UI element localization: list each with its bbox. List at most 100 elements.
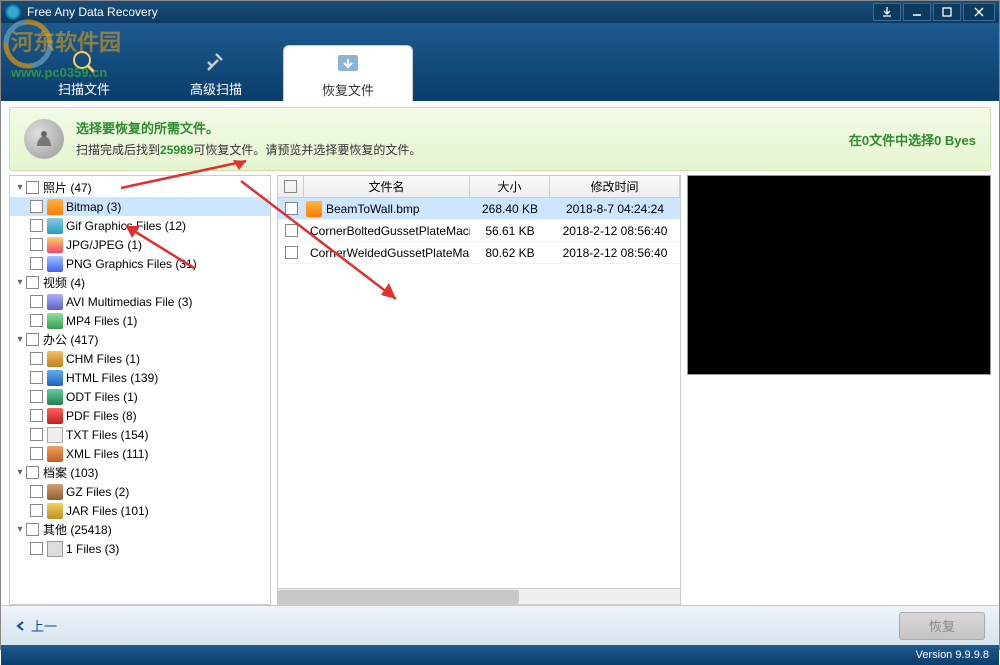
- category-tree[interactable]: ▾照片 (47)Bitmap (3) Gif Graphics Files (12…: [9, 175, 271, 605]
- checkbox[interactable]: [30, 485, 43, 498]
- tree-label: Gif Graphics Files (12): [66, 219, 186, 233]
- filetype-icon: [47, 541, 63, 557]
- file-name: CornerWeldedGussetPlateMac...: [310, 246, 470, 260]
- checkbox[interactable]: [26, 181, 39, 194]
- arrow-left-icon: [15, 620, 27, 632]
- tree-label: AVI Multimedias File (3): [66, 295, 192, 309]
- checkbox[interactable]: [30, 409, 43, 422]
- checkbox[interactable]: [26, 333, 39, 346]
- file-name: CornerBoltedGussetPlateMacr...: [310, 224, 470, 238]
- tree-item[interactable]: Gif Graphics Files (12): [10, 216, 270, 235]
- checkbox[interactable]: [285, 202, 298, 215]
- tree-label: JAR Files (101): [66, 504, 149, 518]
- checkbox[interactable]: [26, 523, 39, 536]
- minimize-button[interactable]: [903, 3, 931, 21]
- tree-item[interactable]: CHM Files (1): [10, 349, 270, 368]
- tree-label: 办公 (417): [43, 331, 98, 348]
- header-date[interactable]: 修改时间: [550, 176, 680, 197]
- checkbox[interactable]: [285, 246, 298, 259]
- tree-category[interactable]: ▾ 其他 (25418): [10, 520, 270, 539]
- filetype-icon: [47, 408, 63, 424]
- tree-item[interactable]: XML Files (111): [10, 444, 270, 463]
- file-list-body[interactable]: BeamToWall.bmp268.40 KB2018-8-7 04:24:24…: [278, 198, 680, 588]
- filetype-icon: [47, 484, 63, 500]
- tree-item[interactable]: HTML Files (139): [10, 368, 270, 387]
- checkbox[interactable]: [30, 200, 43, 213]
- checkbox[interactable]: [30, 447, 43, 460]
- expand-icon[interactable]: ▾: [14, 467, 26, 478]
- tree-label: 视频 (4): [43, 274, 85, 291]
- tree-item[interactable]: AVI Multimedias File (3): [10, 292, 270, 311]
- filetype-icon: [47, 370, 63, 386]
- checkbox[interactable]: [26, 466, 39, 479]
- tree-label: 其他 (25418): [43, 521, 112, 538]
- tree-item[interactable]: Bitmap (3): [10, 197, 270, 216]
- checkbox[interactable]: [30, 352, 43, 365]
- tree-category[interactable]: ▾照片 (47): [10, 178, 270, 197]
- selection-status: 在0文件中选择0 Byes: [849, 130, 976, 149]
- file-row[interactable]: CornerBoltedGussetPlateMacr...56.61 KB20…: [278, 220, 680, 242]
- tab-recover-files[interactable]: 恢复文件: [283, 45, 413, 101]
- tree-item[interactable]: JAR Files (101): [10, 501, 270, 520]
- checkbox[interactable]: [30, 238, 43, 251]
- tab-advanced-scan[interactable]: 高级扫描: [151, 45, 281, 101]
- checkbox[interactable]: [30, 542, 43, 555]
- info-message: 选择要恢复的所需文件。 扫描完成后找到25989可恢复文件。请预览并选择要恢复的…: [76, 118, 849, 160]
- header-checkbox-col[interactable]: [278, 176, 304, 197]
- checkbox[interactable]: [30, 257, 43, 270]
- info-bar: 选择要恢复的所需文件。 扫描完成后找到25989可恢复文件。请预览并选择要恢复的…: [9, 107, 991, 171]
- checkbox[interactable]: [30, 219, 43, 232]
- file-icon: [306, 201, 322, 217]
- tree-category[interactable]: ▾ 档案 (103): [10, 463, 270, 482]
- tree-label: 档案 (103): [43, 464, 98, 481]
- checkbox[interactable]: [30, 295, 43, 308]
- tree-item[interactable]: TXT Files (154): [10, 425, 270, 444]
- tree-label: MP4 Files (1): [66, 314, 137, 328]
- header-name[interactable]: 文件名: [304, 176, 470, 197]
- download-button[interactable]: [873, 3, 901, 21]
- tree-label: GZ Files (2): [66, 485, 129, 499]
- checkbox[interactable]: [30, 428, 43, 441]
- tree-label: TXT Files (154): [66, 428, 148, 442]
- back-button[interactable]: 上一: [15, 616, 57, 635]
- tree-item[interactable]: GZ Files (2): [10, 482, 270, 501]
- file-size: 80.62 KB: [470, 246, 550, 260]
- file-row[interactable]: CornerWeldedGussetPlateMac...80.62 KB201…: [278, 242, 680, 264]
- tree-item[interactable]: ODT Files (1): [10, 387, 270, 406]
- recover-button[interactable]: 恢复: [899, 612, 985, 640]
- tree-item[interactable]: MP4 Files (1): [10, 311, 270, 330]
- tools-icon: [202, 48, 230, 76]
- expand-icon[interactable]: ▾: [14, 182, 26, 193]
- checkbox[interactable]: [285, 224, 298, 237]
- expand-icon[interactable]: ▾: [14, 277, 26, 288]
- file-date: 2018-8-7 04:24:24: [550, 202, 680, 216]
- recover-icon: [334, 49, 362, 77]
- file-size: 56.61 KB: [470, 224, 550, 238]
- maximize-button[interactable]: [933, 3, 961, 21]
- tree-category[interactable]: ▾ 视频 (4): [10, 273, 270, 292]
- filetype-icon: [47, 237, 63, 253]
- filetype-icon: [47, 218, 63, 234]
- expand-icon[interactable]: ▾: [14, 334, 26, 345]
- tree-category[interactable]: ▾ 办公 (417): [10, 330, 270, 349]
- tree-item[interactable]: PDF Files (8): [10, 406, 270, 425]
- file-row[interactable]: BeamToWall.bmp268.40 KB2018-8-7 04:24:24: [278, 198, 680, 220]
- tab-label: 高级扫描: [190, 79, 242, 98]
- checkbox[interactable]: [30, 390, 43, 403]
- tree-item[interactable]: 1 Files (3): [10, 539, 270, 558]
- header-size[interactable]: 大小: [470, 176, 550, 197]
- tab-scan-files[interactable]: 扫描文件: [19, 45, 149, 101]
- checkbox[interactable]: [30, 371, 43, 384]
- preview-pane: [687, 175, 991, 605]
- tree-item[interactable]: PNG Graphics Files (31): [10, 254, 270, 273]
- checkbox[interactable]: [30, 504, 43, 517]
- close-button[interactable]: [963, 3, 995, 21]
- checkbox[interactable]: [30, 314, 43, 327]
- titlebar: Free Any Data Recovery: [1, 1, 999, 23]
- expand-icon[interactable]: ▾: [14, 524, 26, 535]
- preview-image: [687, 175, 991, 375]
- checkbox[interactable]: [26, 276, 39, 289]
- tree-item[interactable]: JPG/JPEG (1): [10, 235, 270, 254]
- filetype-icon: [47, 199, 63, 215]
- horizontal-scrollbar[interactable]: [278, 588, 680, 604]
